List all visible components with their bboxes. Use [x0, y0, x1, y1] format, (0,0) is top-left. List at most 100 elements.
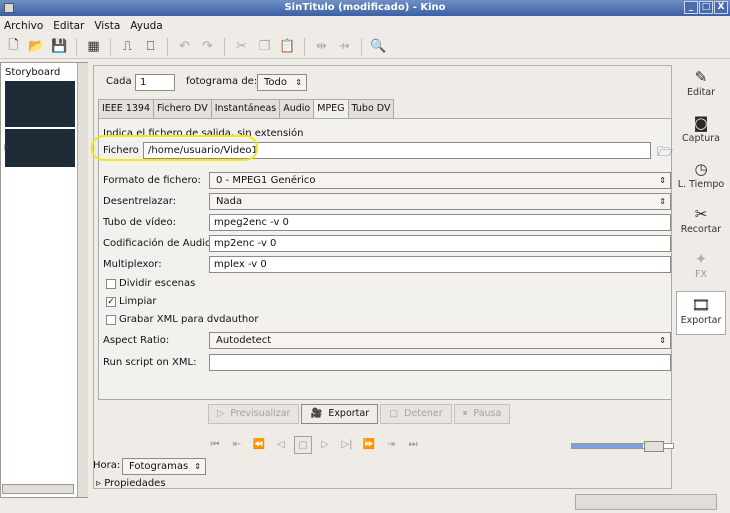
app-menu-icon[interactable]	[4, 3, 14, 13]
run-script-label: Run script on XML:	[103, 357, 197, 368]
tubo-video-input[interactable]: mpeg2enc -v 0	[209, 214, 671, 231]
sidebar-fx[interactable]: ✦ FX	[676, 246, 726, 290]
sidebar-recortar[interactable]: ✂ Recortar	[676, 201, 726, 245]
copy-icon[interactable]: ❐	[255, 37, 274, 56]
position-slider[interactable]	[571, 441, 674, 452]
cada-label: Cada	[106, 76, 132, 87]
mode-sidebar: ✎ Editar ◙ Captura ◷ L. Tiempo ✂ Recortar ✦ F…	[676, 62, 728, 498]
toolbar: 🗋 📂 💾 ▦ ⎍ ⎕ ↶ ↷ ✂ ❐ 📋 ⇹ ⇸ 🔍	[0, 35, 730, 59]
minimize-button[interactable]: _	[684, 1, 698, 14]
sidebar-editar[interactable]: ✎ Editar	[676, 64, 726, 108]
trim-icon: ✂	[694, 205, 708, 223]
menu-archivo[interactable]: Archivo	[4, 20, 43, 32]
window-title: SinTitulo (modificado) - Kino	[284, 2, 446, 13]
menu-ayuda[interactable]: Ayuda	[130, 20, 162, 32]
tab-fichero-dv[interactable]: Fichero DV	[153, 99, 212, 118]
fotograma-combo[interactable]: Todo ⇕	[257, 74, 307, 91]
open-icon[interactable]: 📂	[27, 37, 46, 56]
menu-editar[interactable]: Editar	[53, 20, 84, 32]
film-append-icon[interactable]: ⎕	[141, 37, 160, 56]
grabar-xml-checkbox[interactable]	[106, 315, 116, 325]
pause-icon: ⏸	[462, 408, 468, 419]
sidebar-exportar[interactable]: 🎞 Exportar	[676, 291, 726, 335]
aspect-ratio-combo[interactable]: Autodetect ⇕	[209, 332, 671, 349]
tab-tubo-dv[interactable]: Tubo DV	[347, 99, 395, 118]
propiedades-expander[interactable]: ▹ Propiedades	[96, 478, 166, 489]
codificacion-audio-label: Codificación de Audio:	[103, 238, 215, 249]
multiplexor-label: Multiplexor:	[103, 259, 162, 270]
stop-icon: ▢	[389, 408, 399, 419]
hora-label: Hora:	[93, 460, 121, 471]
tab-mpeg[interactable]: MPEG	[313, 99, 349, 119]
pause-button[interactable]: ⏸ Pausa	[453, 404, 511, 424]
stop-transport-icon[interactable]: ▢	[294, 436, 312, 454]
scene-thumbnail[interactable]	[5, 129, 75, 167]
timeline-icon: ◷	[694, 160, 708, 178]
next-scene-icon[interactable]: ⇥	[382, 436, 400, 454]
maximize-button[interactable]: □	[699, 1, 713, 14]
paste-icon[interactable]: 📋	[278, 37, 297, 56]
export-button[interactable]: 🎥 Exportar	[301, 404, 379, 424]
fotograma-label: fotograma de:	[186, 76, 258, 87]
desentrelazar-combo[interactable]: Nada ⇕	[209, 193, 671, 210]
folder-icon[interactable]: 🗁	[657, 143, 673, 165]
run-script-input[interactable]	[209, 354, 671, 371]
edit-icon: ✎	[694, 68, 708, 86]
split-icon[interactable]: ⇹	[312, 37, 331, 56]
dividir-escenas-checkbox[interactable]	[106, 279, 116, 289]
export-panel: Cada 1 fotograma de: Todo ⇕ IEEE 1394 Fic…	[93, 65, 674, 489]
formato-label: Formato de fichero:	[103, 175, 201, 186]
window-controls: _ □ X	[684, 1, 728, 14]
title-bar: SinTitulo (modificado) - Kino _ □ X	[0, 0, 730, 16]
multiplexor-input[interactable]: mplex -v 0	[209, 256, 671, 273]
new-icon[interactable]: 🗋	[4, 37, 23, 56]
rewind-icon[interactable]: ⏪	[250, 436, 268, 454]
menu-vista[interactable]: Vista	[94, 20, 120, 32]
undo-icon[interactable]: ↶	[175, 37, 194, 56]
tubo-video-label: Tubo de vídeo:	[103, 217, 176, 228]
tab-ieee1394[interactable]: IEEE 1394	[98, 99, 155, 118]
redo-icon[interactable]: ↷	[198, 37, 217, 56]
dividir-escenas-label: Dividir escenas	[119, 278, 196, 289]
properties-icon[interactable]: ▦	[84, 37, 103, 56]
main-area: Cada 1 fotograma de: Todo ⇕ IEEE 1394 Fic…	[90, 62, 675, 498]
preview-button[interactable]: ▷ Previsualizar	[208, 404, 300, 424]
forward-icon[interactable]: ⏩	[360, 436, 378, 454]
join-icon[interactable]: ⇸	[335, 37, 354, 56]
limpiar-label: Limpiar	[119, 296, 157, 307]
stop-button[interactable]: ▢ Detener	[380, 404, 452, 424]
sidebar-captura[interactable]: ◙ Captura	[676, 110, 726, 154]
prev-frame-icon[interactable]: ◁	[272, 436, 290, 454]
annotation-highlight	[91, 135, 258, 161]
tab-instantaneas[interactable]: Instantáneas	[210, 99, 281, 118]
play-icon: ▷	[217, 408, 225, 419]
storyboard-hscrollbar[interactable]	[2, 484, 74, 494]
slider-knob[interactable]	[644, 441, 664, 452]
save-icon[interactable]: 💾	[50, 37, 69, 56]
next-frame-icon[interactable]: ▷|	[338, 436, 356, 454]
scene-thumbnail[interactable]	[5, 81, 75, 127]
codificacion-audio-input[interactable]: mp2enc -v 0	[209, 235, 671, 252]
zoom-icon[interactable]: 🔍	[369, 37, 388, 56]
hora-combo[interactable]: Fotogramas ⇕	[122, 458, 206, 475]
limpiar-checkbox[interactable]: ✓	[106, 297, 116, 307]
export-tabs: IEEE 1394 Fichero DV Instantáneas Audio …	[98, 99, 395, 119]
play-transport-icon[interactable]: ▷	[316, 436, 334, 454]
end-icon[interactable]: ⏭	[404, 436, 422, 454]
export-icon: 🎥	[310, 408, 323, 419]
close-button[interactable]: X	[714, 1, 728, 14]
tab-audio[interactable]: Audio	[279, 99, 315, 118]
aspect-ratio-label: Aspect Ratio:	[103, 335, 170, 346]
fx-icon: ✦	[694, 250, 708, 268]
film-insert-icon[interactable]: ⎍	[118, 37, 137, 56]
export-icon: 🎞	[691, 296, 711, 314]
formato-combo[interactable]: 0 - MPEG1 Genérico ⇕	[209, 172, 671, 189]
cada-spinner[interactable]: 1	[135, 74, 175, 91]
prev-scene-icon[interactable]: ⇤	[228, 436, 246, 454]
sidebar-tiempo[interactable]: ◷ L. Tiempo	[676, 156, 726, 200]
storyboard-scrollbar[interactable]	[77, 63, 88, 497]
start-icon[interactable]: ⏮	[206, 436, 224, 454]
expand-arrow-icon[interactable]: ▷	[4, 143, 9, 151]
cut-icon[interactable]: ✂	[232, 37, 251, 56]
storyboard-panel: Storyboard ▷	[0, 62, 88, 498]
